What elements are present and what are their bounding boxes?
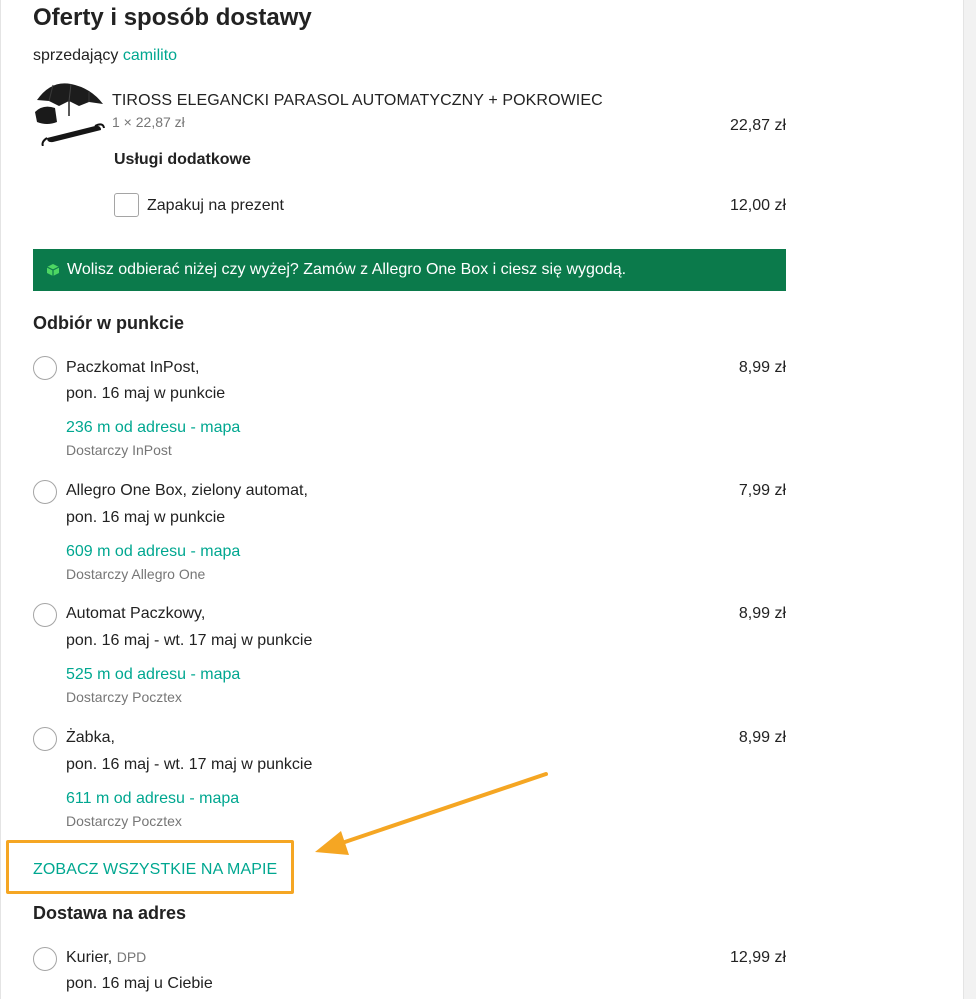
pickup-option-price: 8,99 zł (738, 359, 786, 376)
pickup-option-carrier: Dostarczy Allegro One (66, 566, 206, 582)
address-option-price: 12,99 zł (729, 949, 786, 966)
annotation-arrow-icon (315, 772, 548, 855)
address-option-carrier: DPD (116, 949, 147, 965)
seller-line: sprzedający camilito (33, 47, 177, 65)
seller-prefix: sprzedający (33, 47, 119, 64)
gift-wrap-price: 12,00 zł (729, 197, 786, 214)
seller-link[interactable]: camilito (123, 47, 177, 64)
pickup-option-name[interactable]: Żabka, (66, 729, 115, 747)
pickup-option-carrier: Dostarczy Pocztex (66, 689, 182, 705)
product-price: 22,87 zł (729, 117, 786, 134)
pickup-option-radio[interactable] (33, 480, 57, 504)
box-icon (46, 264, 60, 276)
pickup-option-name[interactable]: Paczkomat InPost, (66, 359, 199, 377)
pickup-option-date: pon. 16 maj - wt. 17 maj w punkcie (66, 756, 313, 773)
pickup-option-price: 8,99 zł (738, 729, 786, 746)
pickup-option-map-link[interactable]: 525 m od adresu - mapa (66, 666, 240, 684)
address-option-radio[interactable] (33, 947, 57, 971)
see-all-on-map-link[interactable]: ZOBACZ WSZYSTKIE NA MAPIE (33, 861, 277, 879)
pickup-option-name[interactable]: Automat Paczkowy, (66, 605, 205, 623)
extras-title: Usługi dodatkowe (114, 151, 251, 168)
pickup-option-carrier: Dostarczy InPost (66, 442, 172, 458)
address-option-name[interactable]: Kurier, DPD (66, 949, 146, 967)
pickup-option-price: 8,99 zł (738, 605, 786, 622)
pickup-option-map-link[interactable]: 609 m od adresu - mapa (66, 543, 240, 561)
pickup-option-carrier: Dostarczy Pocztex (66, 813, 182, 829)
page-title: Oferty i sposób dostawy (33, 4, 312, 31)
address-option-date: pon. 16 maj u Ciebie (66, 975, 213, 992)
delivery-panel: Oferty i sposób dostawy sprzedający cami… (0, 0, 964, 999)
pickup-option-map-link[interactable]: 611 m od adresu - mapa (66, 790, 239, 808)
product-quantity: 1 × 22,87 zł (112, 114, 185, 130)
pickup-option-radio[interactable] (33, 356, 57, 380)
pickup-option-date: pon. 16 maj w punkcie (66, 385, 226, 402)
pickup-section-title: Odbiór w punkcie (33, 313, 185, 333)
pickup-option-name[interactable]: Allegro One Box, zielony automat, (66, 482, 308, 500)
gift-wrap-label[interactable]: Zapakuj na prezent (147, 197, 284, 215)
product-image[interactable] (33, 80, 105, 146)
product-name[interactable]: TIROSS ELEGANCKI PARASOL AUTOMATYCZNY + … (112, 92, 603, 110)
pickup-option-date: pon. 16 maj w punkcie (66, 509, 226, 526)
pickup-option-radio[interactable] (33, 603, 57, 627)
one-box-banner[interactable]: Wolisz odbierać niżej czy wyżej? Zamów z… (33, 249, 786, 291)
pickup-option-map-link[interactable]: 236 m od adresu - mapa (66, 419, 240, 437)
banner-text: Wolisz odbierać niżej czy wyżej? Zamów z… (67, 261, 627, 278)
address-section-title: Dostawa na adres (33, 903, 187, 923)
pickup-option-radio[interactable] (33, 727, 57, 751)
pickup-option-price: 7,99 zł (738, 482, 786, 499)
address-option-label: Kurier, (66, 949, 113, 966)
pickup-option-date: pon. 16 maj - wt. 17 maj w punkcie (66, 632, 313, 649)
gift-wrap-checkbox[interactable] (114, 193, 139, 217)
